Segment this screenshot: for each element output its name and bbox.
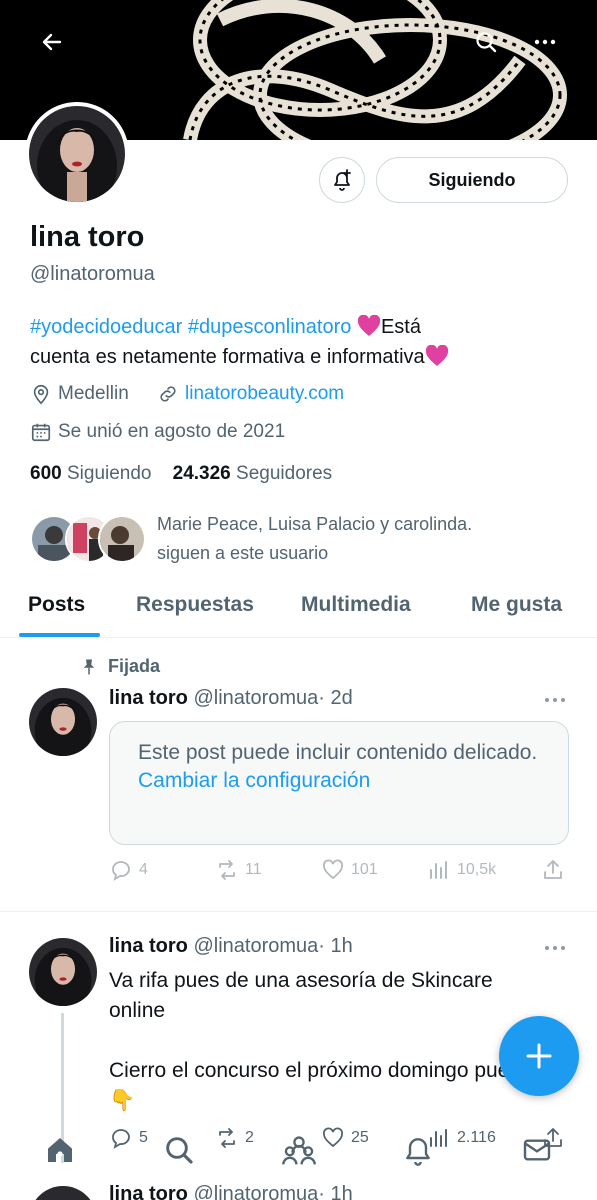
profile-handle: @linatoromua: [30, 263, 155, 285]
post-author-name[interactable]: lina toro: [109, 935, 188, 957]
people-icon: [282, 1136, 316, 1165]
post-author-name[interactable]: lina toro: [109, 1183, 188, 1200]
back-button[interactable]: [32, 22, 72, 62]
post-more-button[interactable]: [540, 938, 570, 958]
search-button[interactable]: [466, 22, 506, 62]
tab-posts[interactable]: Posts: [28, 593, 85, 617]
home-icon: [48, 1138, 72, 1162]
post-text-line: Va rifa pues de una asesoría de Skincare…: [109, 969, 493, 1022]
nav-messages[interactable]: [517, 1130, 557, 1170]
followers-you-know[interactable]: Marie Peace, Luisa Palacio y carolinda. …: [30, 510, 570, 566]
repost-icon: [219, 860, 235, 880]
hashtag-link[interactable]: #dupesconlinatoro: [188, 316, 351, 338]
bio-text: Está: [380, 316, 421, 338]
profile-location: Medellin: [30, 383, 129, 405]
followers-you-know-names: Marie Peace, Luisa Palacio y carolinda.: [157, 514, 473, 534]
post-time: · 1h: [318, 935, 353, 957]
post-author-handle[interactable]: @linatoromua: [193, 1183, 318, 1200]
profile-joined: Se unió en agosto de 2021: [30, 421, 285, 443]
profile-bio: #yodecidoeducar #dupesconlinatoro Está c…: [30, 312, 560, 372]
following-stat[interactable]: 600 Siguiendo: [30, 463, 152, 484]
location-pin-icon: [33, 384, 49, 405]
bio-text: cuenta es netamente formativa e informat…: [30, 346, 425, 368]
repost-button[interactable]: 11: [215, 856, 262, 884]
profile-website[interactable]: linatorobeauty.com: [157, 383, 344, 405]
location-text: Medellin: [58, 383, 129, 404]
views-icon: [430, 861, 447, 879]
post-more-button[interactable]: [540, 690, 570, 710]
following-button[interactable]: Siguiendo: [376, 157, 568, 203]
avatar: [98, 515, 146, 563]
post-actions: 4 11 101 10,5k: [109, 856, 569, 884]
pink-heart-emoji-icon: [425, 345, 448, 366]
pin-icon: [83, 659, 95, 674]
post-avatar[interactable]: [29, 1186, 97, 1200]
nav-communities[interactable]: [279, 1130, 319, 1170]
sensitive-content-notice: Este post puede incluir contenido delica…: [109, 721, 569, 845]
share-button[interactable]: [541, 856, 571, 884]
followers-you-know-suffix: siguen a este usuario: [157, 543, 329, 563]
profile-stats: 600 Siguiendo 24.326 Seguidores: [30, 463, 332, 485]
pinned-label: Fijada: [80, 656, 160, 677]
tab-media[interactable]: Multimedia: [301, 593, 411, 617]
post-header: lina toro @linatoromua· 2d: [109, 687, 353, 710]
profile-tabs: Posts Respuestas Multimedia Me gusta: [0, 583, 597, 638]
tab-replies[interactable]: Respuestas: [136, 593, 254, 617]
more-button[interactable]: [525, 22, 565, 62]
calendar-icon: [31, 423, 51, 442]
link-icon: [160, 386, 176, 402]
profile-avatar[interactable]: [25, 102, 129, 206]
pink-heart-emoji-icon: [357, 315, 381, 336]
post-text-line: Cierro el concurso el próximo domingo pu…: [109, 1059, 520, 1112]
active-tab-indicator: [19, 633, 100, 637]
search-icon: [476, 32, 497, 53]
compose-button[interactable]: [499, 1016, 579, 1096]
sensitive-text: Este post puede incluir contenido delica…: [138, 741, 538, 764]
post-header: lina toro @linatoromua· 1h: [109, 935, 353, 958]
post-author-name[interactable]: lina toro: [109, 687, 188, 709]
notify-button[interactable]: [319, 157, 365, 203]
post-time: · 1h: [318, 1183, 353, 1200]
joined-text: Se unió en agosto de 2021: [58, 421, 286, 442]
plus-icon: [526, 1043, 552, 1069]
mail-icon: [523, 1139, 551, 1161]
change-settings-link[interactable]: Cambiar la configuración: [138, 767, 540, 795]
avatar-photo: [29, 106, 125, 202]
post-divider: [0, 911, 597, 912]
reply-button[interactable]: 4: [109, 856, 148, 884]
search-icon: [166, 1137, 193, 1164]
more-icon: [545, 698, 565, 702]
post-author-handle[interactable]: @linatoromua: [193, 935, 318, 957]
post-text: Va rifa pues de una asesoría de Skincare…: [109, 966, 539, 1116]
tab-likes[interactable]: Me gusta: [471, 593, 562, 617]
post-avatar[interactable]: [29, 938, 97, 1006]
profile-name: lina toro: [30, 221, 145, 253]
views-button[interactable]: 10,5k: [427, 856, 496, 884]
nav-home[interactable]: [40, 1130, 80, 1170]
share-icon: [544, 860, 562, 879]
website-link[interactable]: linatorobeauty.com: [185, 383, 344, 405]
followers-stat[interactable]: 24.326 Seguidores: [173, 463, 333, 484]
bell-plus-icon: [334, 169, 351, 191]
bell-icon: [406, 1138, 430, 1166]
like-button[interactable]: 101: [321, 856, 378, 884]
nav-notifications[interactable]: [398, 1130, 438, 1170]
arrow-left-icon: [42, 33, 62, 51]
hashtag-link[interactable]: #yodecidoeducar: [30, 316, 182, 338]
bottom-nav: [0, 1120, 597, 1180]
more-icon: [545, 946, 565, 950]
more-icon: [534, 39, 556, 45]
post-author-handle[interactable]: @linatoromua: [193, 687, 318, 709]
reply-icon: [112, 861, 130, 881]
post-avatar[interactable]: [29, 688, 97, 756]
nav-search[interactable]: [159, 1130, 199, 1170]
post-header: lina toro @linatoromua· 1h: [109, 1183, 353, 1200]
post-time: · 2d: [318, 687, 353, 709]
heart-icon: [323, 859, 343, 880]
